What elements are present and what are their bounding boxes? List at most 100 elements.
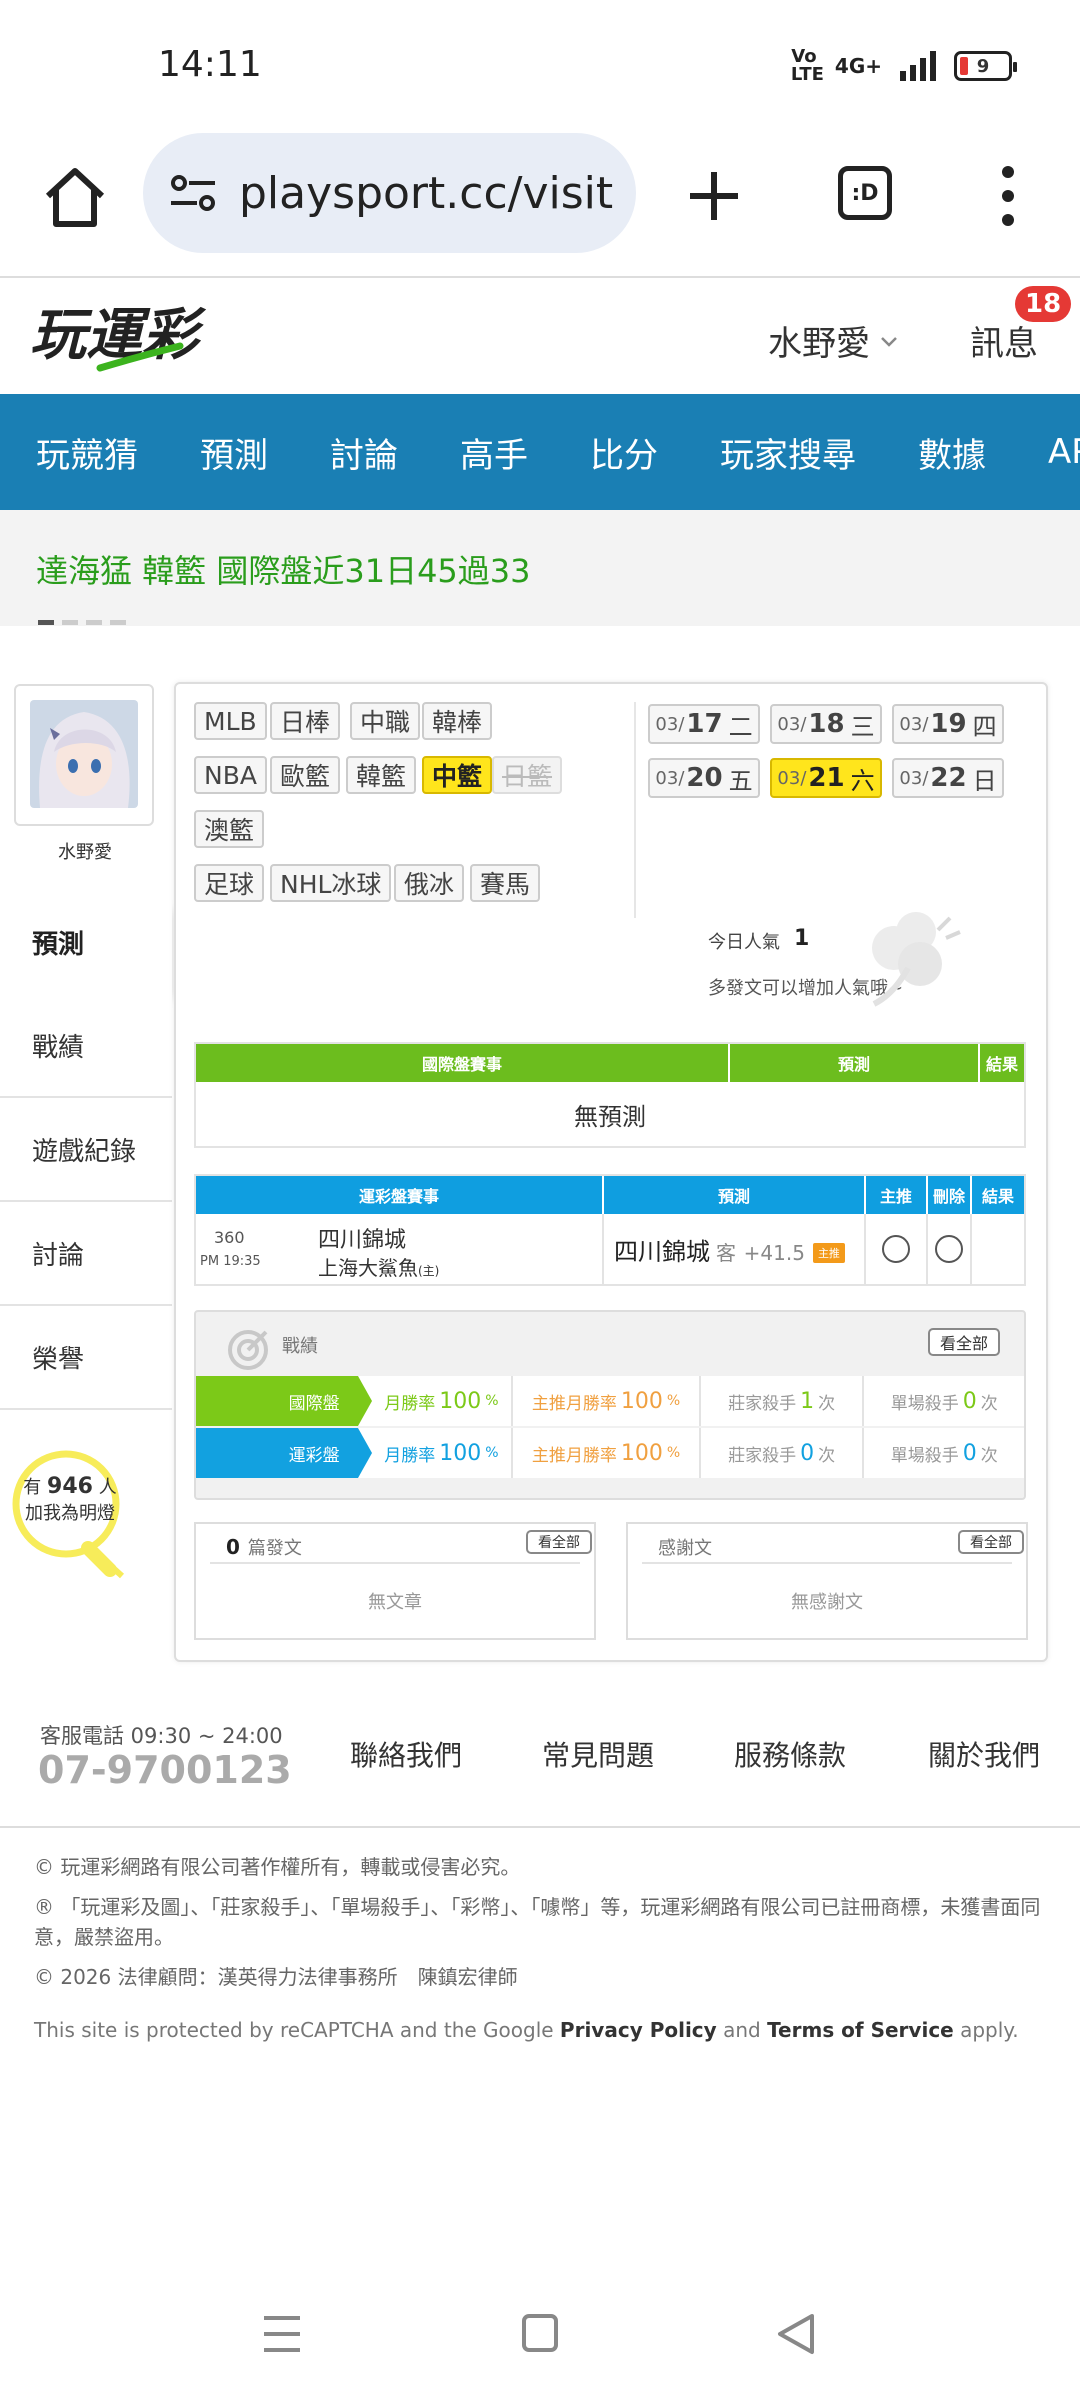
popularity-label: 今日人氣 bbox=[708, 932, 780, 953]
dealer-value: 1 bbox=[800, 1388, 815, 1414]
sport-tag-aus-basketball[interactable]: 澳籃 bbox=[194, 810, 265, 848]
avatar[interactable] bbox=[14, 684, 154, 826]
recaptcha-apply: apply. bbox=[960, 2018, 1019, 2042]
dealer-label: 莊家殺手 bbox=[728, 1445, 797, 1466]
nav-item-player-search[interactable]: 玩家搜尋 bbox=[720, 428, 856, 477]
single-killer: 單場殺手 0 次 bbox=[864, 1376, 1024, 1426]
empty-state: 無預測 bbox=[574, 1102, 646, 1131]
back-icon[interactable] bbox=[778, 2314, 814, 2354]
terms-of-service-link[interactable]: Terms of Service bbox=[767, 2018, 954, 2042]
site-settings-icon[interactable] bbox=[169, 173, 217, 213]
thanks-view-all-button[interactable]: 看全部 bbox=[958, 1530, 1024, 1554]
hotline-number[interactable]: 07-9700123 bbox=[38, 1748, 292, 1792]
times-unit: 次 bbox=[980, 1393, 998, 1414]
profile-tab-record[interactable]: 戰績 bbox=[0, 994, 172, 1098]
nav-item-experts[interactable]: 高手 bbox=[460, 428, 528, 477]
nav-item-guess[interactable]: 玩競猜 bbox=[36, 428, 138, 477]
recaptcha-text: This site is protected by reCAPTCHA and … bbox=[34, 2018, 554, 2042]
signal-icon bbox=[900, 51, 936, 81]
sport-tag-soccer[interactable]: 足球 bbox=[194, 864, 265, 902]
sport-tag-mlb[interactable]: MLB bbox=[194, 702, 267, 740]
new-tab-icon[interactable] bbox=[686, 168, 742, 224]
delete-radio[interactable] bbox=[935, 1235, 963, 1263]
privacy-policy-link[interactable]: Privacy Policy bbox=[560, 2018, 717, 2042]
status-time: 14:11 bbox=[158, 44, 262, 85]
col-header-lottery-result: 結果 bbox=[981, 1187, 1014, 1206]
sport-tag-china-basketball[interactable]: 中籃 bbox=[422, 756, 493, 794]
date-button[interactable]: 03/17 二 bbox=[648, 704, 760, 744]
sport-tag-horse-racing[interactable]: 賽馬 bbox=[470, 864, 541, 902]
news-ticker: 達海猛 韓籃 國際盤近31日45過33 bbox=[0, 510, 1080, 626]
footer-link-faq[interactable]: 常見問題 bbox=[542, 1734, 654, 1774]
user-menu[interactable]: 水野愛 bbox=[768, 316, 898, 365]
profile-tab-game-log[interactable]: 遊戲紀錄 bbox=[0, 1098, 172, 1202]
pick-line: +41.5 bbox=[743, 1241, 805, 1265]
site-header: 玩運彩 水野愛 訊息 18 bbox=[0, 280, 1080, 394]
col-header-delete: 刪除 bbox=[928, 1176, 972, 1214]
messages-link[interactable]: 訊息 bbox=[970, 316, 1038, 365]
nav-item-predict[interactable]: 預測 bbox=[200, 428, 268, 477]
site-logo[interactable]: 玩運彩 bbox=[30, 298, 230, 378]
nav-item-scores[interactable]: 比分 bbox=[590, 428, 658, 477]
date-button[interactable]: 03/20 五 bbox=[648, 758, 760, 798]
main-pick-radio[interactable] bbox=[882, 1235, 910, 1263]
sport-tag-khl[interactable]: 俄冰 bbox=[394, 864, 465, 902]
main-monthly-win-rate: 主推月勝率 100% bbox=[513, 1376, 701, 1426]
date-day: 21 bbox=[808, 763, 845, 793]
sport-tag-npb[interactable]: 日棒 bbox=[270, 702, 341, 740]
dealer-killer: 莊家殺手 1 次 bbox=[701, 1376, 865, 1426]
messages-badge: 18 bbox=[1015, 286, 1072, 322]
popularity-value: 1 bbox=[794, 926, 810, 951]
address-bar[interactable]: playsport.cc/visit bbox=[143, 133, 636, 253]
volte-icon: Vo LTE bbox=[790, 46, 824, 85]
single-label: 單場殺手 bbox=[890, 1445, 959, 1466]
home-icon[interactable] bbox=[40, 162, 110, 232]
date-month: 03/ bbox=[899, 767, 929, 789]
date-button[interactable]: 03/22 日 bbox=[892, 758, 1004, 798]
footer-link-contact[interactable]: 聯絡我們 bbox=[350, 1734, 462, 1774]
status-bar: 14:11 Vo LTE 4G+ 9 bbox=[0, 0, 1080, 130]
follow-cta: 加我為明燈 bbox=[25, 1503, 115, 1524]
tab-switcher-button[interactable]: :D bbox=[838, 166, 892, 220]
date-day: 17 bbox=[686, 709, 723, 739]
footer-link-about[interactable]: 關於我們 bbox=[928, 1734, 1040, 1774]
nav-item-app[interactable]: APP bbox=[1048, 432, 1080, 472]
record-row-intl: 國際盤 月勝率 100% 主推月勝率 100% 莊家殺手 1 次 單場殺手 0 次 bbox=[196, 1376, 1024, 1426]
date-button-selected[interactable]: 03/21 六 bbox=[770, 758, 882, 798]
profile-tab-honor[interactable]: 榮譽 bbox=[0, 1306, 172, 1410]
home-team-name: 上海大鯊魚 bbox=[318, 1256, 418, 1280]
record-view-all-button[interactable]: 看全部 bbox=[928, 1328, 1001, 1356]
single-killer: 單場殺手 0 次 bbox=[864, 1428, 1024, 1478]
col-header-intl-result: 結果 bbox=[985, 1055, 1018, 1074]
date-day: 22 bbox=[930, 763, 967, 793]
recents-icon[interactable] bbox=[264, 2316, 300, 2352]
sport-tag-kbo[interactable]: 韓棒 bbox=[422, 702, 493, 740]
thanks-header: 感謝文 bbox=[658, 1538, 712, 1559]
home-button-icon[interactable] bbox=[522, 2314, 558, 2352]
ticker-text[interactable]: 達海猛 韓籃 國際盤近31日45過33 bbox=[36, 546, 531, 592]
more-menu-icon[interactable] bbox=[1000, 166, 1016, 226]
date-button[interactable]: 03/19 四 bbox=[892, 704, 1004, 744]
posts-view-all-button[interactable]: 看全部 bbox=[526, 1530, 592, 1554]
sport-tag-cpbl[interactable]: 中職 bbox=[350, 702, 421, 740]
date-button[interactable]: 03/18 三 bbox=[770, 704, 882, 744]
posts-box: 0 篇發文 看全部 無文章 bbox=[194, 1522, 596, 1640]
footer-link-terms[interactable]: 服務條款 bbox=[734, 1734, 846, 1774]
sport-tag-nba[interactable]: NBA bbox=[194, 756, 267, 794]
nav-item-data[interactable]: 數據 bbox=[918, 428, 986, 477]
nav-item-discuss[interactable]: 討論 bbox=[330, 428, 398, 477]
url-text: playsport.cc/visit bbox=[239, 167, 614, 219]
divider bbox=[634, 702, 636, 918]
sport-tag-euro-basketball[interactable]: 歐籃 bbox=[270, 756, 341, 794]
percent-unit: % bbox=[485, 1393, 499, 1409]
percent-unit: % bbox=[485, 1445, 499, 1461]
times-unit: 次 bbox=[818, 1393, 836, 1414]
main-pick-badge: 主推 bbox=[812, 1243, 845, 1263]
sport-tag-nhl[interactable]: NHL冰球 bbox=[270, 864, 392, 902]
follower-count[interactable]: 有 946 人 加我為明燈 bbox=[18, 1474, 122, 1527]
profile-tab-discuss[interactable]: 討論 bbox=[0, 1202, 172, 1306]
percent-unit: % bbox=[666, 1445, 681, 1461]
profile-tab-predict[interactable]: 預測 bbox=[0, 890, 172, 994]
sport-tag-korea-basketball[interactable]: 韓籃 bbox=[346, 756, 417, 794]
follower-number: 946 bbox=[47, 1474, 93, 1499]
